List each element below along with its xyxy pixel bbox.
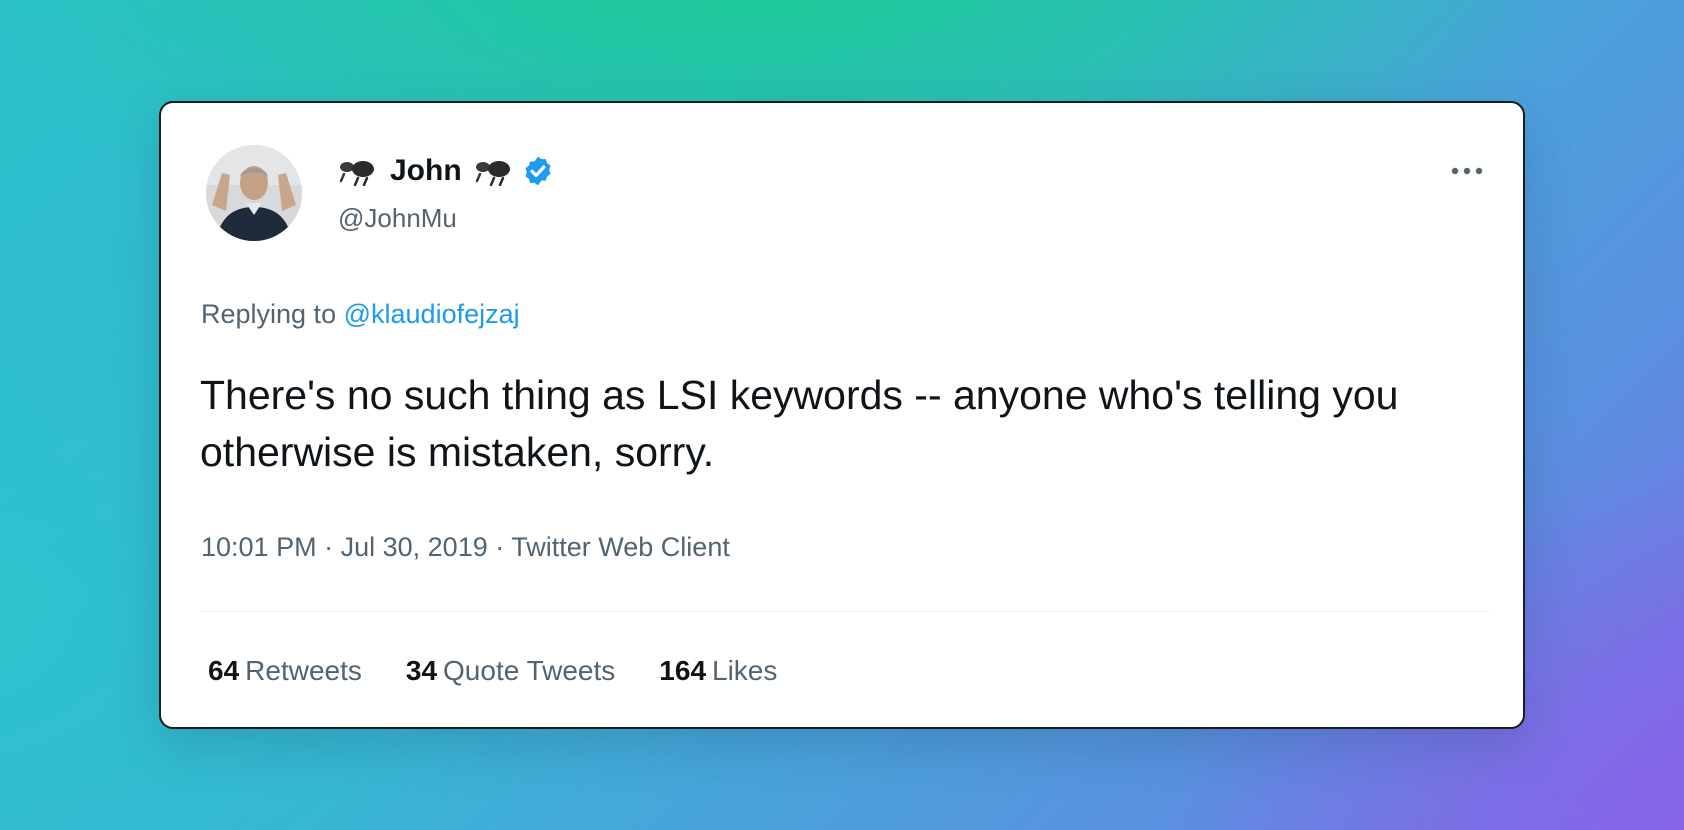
author-handle[interactable]: @JohnMu (338, 203, 457, 234)
avatar[interactable] (206, 145, 302, 241)
cloud-rain-icon (336, 156, 380, 186)
engagement-stats: 64 Retweets 34 Quote Tweets 164 Likes (208, 655, 821, 687)
verified-badge-icon (522, 155, 554, 187)
tweet-text: There's no such thing as LSI keywords --… (200, 372, 1399, 475)
replying-to-label: Replying to (201, 299, 337, 329)
quote-tweets-stat[interactable]: 34 Quote Tweets (406, 655, 615, 687)
likes-count: 164 (659, 655, 707, 686)
retweets-count: 64 (208, 655, 240, 686)
more-horizontal-icon (1451, 167, 1483, 175)
author-name-row[interactable]: John (336, 151, 554, 191)
replying-to-handle-link[interactable]: @klaudiofejzaj (344, 299, 520, 329)
quote-tweets-label: Quote Tweets (443, 655, 616, 686)
divider (200, 611, 1491, 612)
retweets-label: Retweets (245, 655, 362, 686)
meta-separator: · (495, 532, 505, 562)
tweet-source[interactable]: Twitter Web Client (511, 532, 730, 562)
tweet-metadata: 10:01 PM · Jul 30, 2019 · Twitter Web Cl… (201, 532, 730, 563)
quote-tweets-count: 34 (405, 655, 438, 686)
tweet-time[interactable]: 10:01 PM (201, 532, 317, 562)
tweet-date[interactable]: Jul 30, 2019 (341, 532, 488, 562)
more-options-button[interactable] (1445, 153, 1489, 189)
author-display-name[interactable]: John (390, 154, 462, 188)
likes-stat[interactable]: 164 Likes (659, 655, 777, 687)
retweets-stat[interactable]: 64 Retweets (208, 655, 362, 687)
tweet-card: John @JohnMu Replying to @klaudiofejzaj … (159, 101, 1525, 729)
likes-label: Likes (712, 655, 778, 686)
cloud-rain-icon (472, 156, 516, 186)
replying-to: Replying to @klaudiofejzaj (201, 299, 520, 330)
avatar-photo (206, 145, 302, 241)
meta-separator: · (324, 532, 334, 562)
